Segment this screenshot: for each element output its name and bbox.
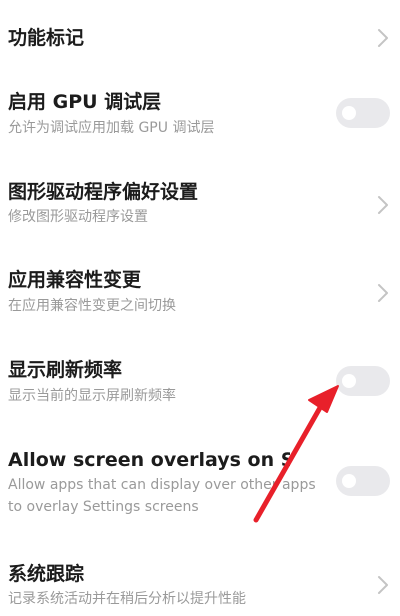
toggle-knob [342,106,356,120]
setting-subtitle: 显示当前的显示屏刷新频率 [8,388,176,404]
chevron-right-icon [376,194,390,216]
chevron-right-icon [376,27,390,49]
setting-title: 图形驱动程序偏好设置 [8,181,199,203]
toggle-knob [342,374,356,388]
setting-subtitle: Allow apps that can display over other a… [8,477,316,515]
setting-subtitle: 在应用兼容性变更之间切换 [8,298,176,314]
setting-subtitle: 允许为调试应用加载 GPU 调试层 [8,120,215,136]
gpu-debug-layers-toggle[interactable] [336,98,390,128]
setting-title: 应用兼容性变更 [8,269,142,291]
chevron-right-icon [376,282,390,304]
allow-screen-overlays-toggle[interactable] [336,466,390,496]
setting-title: 启用 GPU 调试层 [8,91,162,113]
setting-title: 功能标记 [8,27,85,49]
setting-item-graphics-driver-preferences[interactable]: 图形驱动程序偏好设置 修改图形驱动程序设置 [0,172,400,242]
setting-item-show-refresh-rate[interactable]: 显示刷新频率 显示当前的显示屏刷新频率 [0,352,400,422]
setting-item-system-tracing[interactable]: 系统跟踪 记录系统活动并在稍后分析以提升性能 [0,558,400,616]
show-refresh-rate-toggle[interactable] [336,366,390,396]
setting-title: Allow screen overlays on Settings [8,449,290,471]
setting-item-feature-flags[interactable]: 功能标记 [0,0,400,70]
setting-item-app-compat-changes[interactable]: 应用兼容性变更 在应用兼容性变更之间切换 [0,262,400,332]
setting-item-allow-screen-overlays[interactable]: Allow screen overlays on Settings Allow … [0,440,400,530]
setting-subtitle: 记录系统活动并在稍后分析以提升性能 [8,591,246,607]
setting-title: 显示刷新频率 [8,359,123,381]
setting-subtitle: 修改图形驱动程序设置 [8,209,148,225]
setting-item-gpu-debug-layers[interactable]: 启用 GPU 调试层 允许为调试应用加载 GPU 调试层 [0,80,400,150]
setting-title: 系统跟踪 [8,563,85,585]
settings-list: 功能标记 启用 GPU 调试层 允许为调试应用加载 GPU 调试层 图形驱动程序… [0,0,400,616]
toggle-knob [342,474,356,488]
chevron-right-icon [376,574,390,596]
